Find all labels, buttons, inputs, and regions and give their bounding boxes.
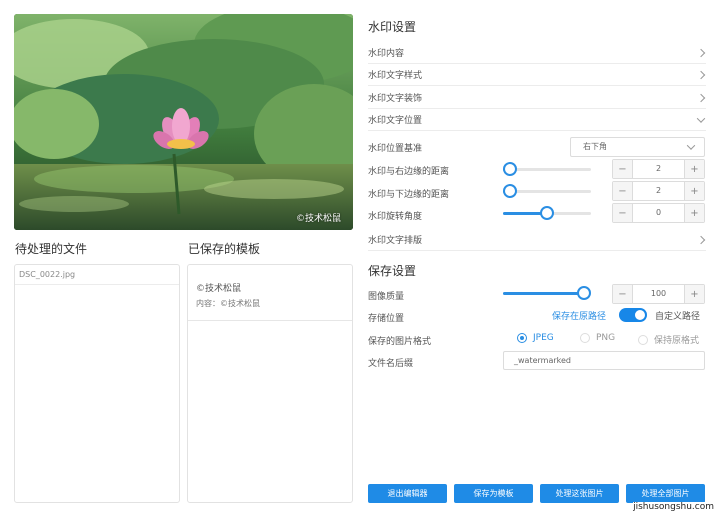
right-margin-stepper: − 2 + bbox=[612, 159, 705, 179]
radio-label: JPEG bbox=[533, 333, 554, 343]
slider-thumb[interactable] bbox=[503, 162, 517, 176]
radio-label: PNG bbox=[596, 333, 616, 343]
chevron-down-icon bbox=[686, 142, 696, 152]
file-item[interactable]: DSC_0022.jpg bbox=[15, 265, 179, 285]
right-margin-slider[interactable] bbox=[503, 162, 591, 176]
slider-thumb[interactable] bbox=[503, 184, 517, 198]
chevron-right-icon bbox=[696, 48, 706, 58]
accordion-label: 水印文字排版 bbox=[368, 236, 423, 246]
template-card[interactable]: ©技术松鼠 内容：©技术松鼠 bbox=[188, 265, 352, 321]
lotus-photo bbox=[14, 14, 353, 230]
preview-watermark: ©技术松鼠 bbox=[295, 214, 341, 224]
bottom-margin-stepper: − 2 + bbox=[612, 181, 705, 201]
save-template-button[interactable]: 保存为模板 bbox=[454, 484, 533, 503]
watermark-settings-title: 水印设置 bbox=[368, 20, 417, 34]
process-all-button[interactable]: 处理全部图片 bbox=[626, 484, 705, 503]
suffix-input[interactable]: _watermarked bbox=[503, 351, 705, 370]
quality-slider[interactable] bbox=[503, 286, 591, 300]
template-name: ©技术松鼠 bbox=[196, 284, 242, 294]
stepper-value[interactable]: 0 bbox=[633, 204, 684, 222]
accordion-text-position[interactable]: 水印文字位置 bbox=[368, 109, 706, 131]
position-base-select[interactable]: 右下角 bbox=[570, 137, 705, 157]
stepper-value[interactable]: 2 bbox=[633, 160, 684, 178]
accordion-text-style[interactable]: 水印文字样式 bbox=[368, 64, 706, 86]
templates-list: ©技术松鼠 内容：©技术松鼠 bbox=[187, 264, 353, 503]
accordion-label: 水印文字位置 bbox=[368, 116, 423, 126]
quality-stepper: − 100 + bbox=[612, 284, 705, 304]
bottom-margin-label: 水印与下边缘的距离 bbox=[368, 190, 450, 200]
accordion-label: 水印文字装饰 bbox=[368, 94, 423, 104]
accordion-text-decoration[interactable]: 水印文字装饰 bbox=[368, 87, 706, 109]
process-this-button[interactable]: 处理这张图片 bbox=[540, 484, 619, 503]
minus-icon[interactable]: − bbox=[613, 182, 633, 200]
save-settings-title: 保存设置 bbox=[368, 264, 417, 278]
stepper-value[interactable]: 100 bbox=[633, 285, 684, 303]
format-label: 保存的图片格式 bbox=[368, 337, 432, 347]
radio-dot bbox=[638, 334, 648, 345]
format-radio-keep[interactable]: 保持原格式 bbox=[638, 333, 699, 346]
plus-icon[interactable]: + bbox=[684, 204, 704, 222]
minus-icon[interactable]: − bbox=[613, 204, 633, 222]
rotation-label: 水印旋转角度 bbox=[368, 212, 423, 222]
template-content: 内容：©技术松鼠 bbox=[196, 299, 260, 308]
stepper-value[interactable]: 2 bbox=[633, 182, 684, 200]
chevron-right-icon bbox=[696, 93, 706, 103]
format-radio-jpeg[interactable]: JPEG bbox=[517, 333, 554, 343]
quality-label: 图像质量 bbox=[368, 292, 405, 302]
radio-dot bbox=[517, 333, 527, 343]
templates-title: 已保存的模板 bbox=[188, 242, 261, 256]
files-list: DSC_0022.jpg bbox=[14, 264, 180, 503]
slider-thumb[interactable] bbox=[540, 206, 554, 220]
accordion-label: 水印内容 bbox=[368, 49, 405, 59]
format-radio-png[interactable]: PNG bbox=[580, 333, 615, 343]
minus-icon[interactable]: − bbox=[613, 285, 633, 303]
site-watermark: jishusongshu.com bbox=[633, 502, 714, 512]
radio-label: 保持原格式 bbox=[654, 336, 700, 346]
chevron-right-icon bbox=[696, 235, 706, 245]
accordion-text-layout[interactable]: 水印文字排版 bbox=[368, 229, 706, 251]
plus-icon[interactable]: + bbox=[684, 160, 704, 178]
files-title: 待处理的文件 bbox=[15, 242, 88, 256]
location-original-option[interactable]: 保存在原路径 bbox=[552, 309, 606, 322]
rotation-slider[interactable] bbox=[503, 206, 591, 220]
image-preview: ©技术松鼠 bbox=[14, 14, 353, 230]
accordion-watermark-content[interactable]: 水印内容 bbox=[368, 42, 706, 64]
plus-icon[interactable]: + bbox=[684, 285, 704, 303]
accordion-label: 水印文字样式 bbox=[368, 71, 423, 81]
chevron-down-icon bbox=[696, 115, 706, 125]
position-base-label: 水印位置基准 bbox=[368, 144, 423, 154]
location-toggle[interactable] bbox=[619, 308, 647, 322]
radio-dot bbox=[580, 333, 590, 343]
slider-thumb[interactable] bbox=[577, 286, 591, 300]
rotation-stepper: − 0 + bbox=[612, 203, 705, 223]
bottom-margin-slider[interactable] bbox=[503, 184, 591, 198]
select-value: 右下角 bbox=[583, 142, 607, 151]
plus-icon[interactable]: + bbox=[684, 182, 704, 200]
slider-fill bbox=[503, 292, 584, 295]
minus-icon[interactable]: − bbox=[613, 160, 633, 178]
suffix-label: 文件名后缀 bbox=[368, 359, 414, 369]
location-custom-option[interactable]: 自定义路径 bbox=[655, 309, 700, 322]
right-margin-label: 水印与右边缘的距离 bbox=[368, 167, 450, 177]
exit-editor-button[interactable]: 退出编辑器 bbox=[368, 484, 447, 503]
location-label: 存储位置 bbox=[368, 314, 405, 324]
chevron-right-icon bbox=[696, 70, 706, 80]
